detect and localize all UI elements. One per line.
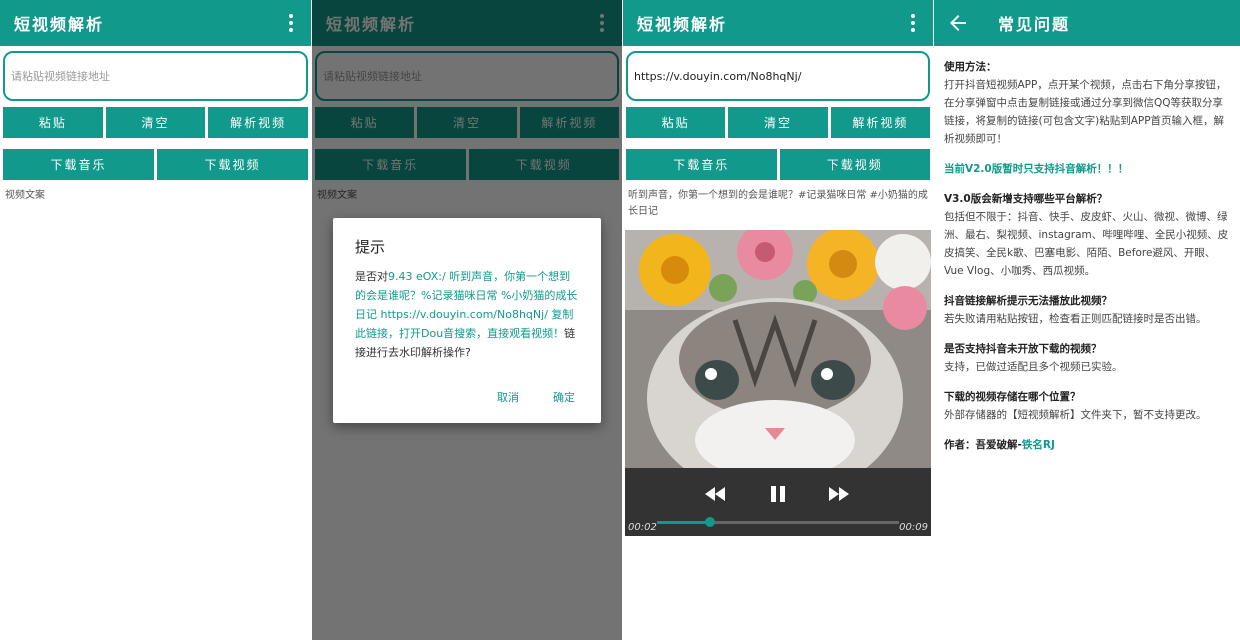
main-screen: 短视频解析 请粘贴视频链接地址 粘贴 清空 解析视频 下载音乐 下载视频 视频文…: [0, 0, 311, 640]
seek-thumb[interactable]: [705, 517, 716, 527]
fast-forward-icon[interactable]: [827, 484, 851, 504]
dialog-message: 是否对9.43 eOX:/ 听到声音，你第一个想到的会是谁呢？%记录猫咪日常 %…: [355, 267, 579, 362]
more-vert-icon[interactable]: [279, 11, 303, 35]
download-music-button[interactable]: 下载音乐: [3, 149, 154, 180]
clear-button[interactable]: 清空: [728, 107, 828, 138]
dialog-screen: 短视频解析 请粘贴视频链接地址 粘贴 清空 解析视频 下载音乐 下载视频 视频文…: [312, 0, 622, 640]
paste-button[interactable]: 粘贴: [626, 107, 726, 138]
cat-video-frame: [625, 230, 931, 468]
seek-bar[interactable]: [657, 517, 899, 527]
url-input[interactable]: https://v.douyin.com/No8hqNj/: [626, 51, 930, 101]
caption-text: 视频文案: [5, 190, 45, 201]
usage-body: 打开抖音短视频APP，点开某个视频，点击右下角分享按钮，在分享弹窗中点击复制链接…: [944, 79, 1227, 145]
time-total: 00:09: [899, 522, 928, 533]
app-bar: 短视频解析: [623, 0, 933, 46]
app-bar: 常见问题: [934, 0, 1240, 46]
faq-answer-1: 包括但不限于：抖音、快手、皮皮虾、火山、微视、微博、绿洲、最右、梨视频、inst…: [944, 211, 1229, 277]
rewind-icon[interactable]: [703, 484, 727, 504]
app-bar: 短视频解析: [0, 0, 311, 46]
author-name: 铁名RJ: [1021, 439, 1055, 451]
url-input[interactable]: 请粘贴视频链接地址: [3, 51, 308, 101]
download-music-button[interactable]: 下载音乐: [626, 149, 777, 180]
faq-title: 常见问题: [998, 15, 1071, 34]
dialog-title: 提示: [355, 238, 386, 256]
confirm-button[interactable]: 确定: [553, 389, 575, 405]
faq-content: 使用方法： 打开抖音短视频APP，点开某个视频，点击右下角分享按钮，在分享弹窗中…: [944, 58, 1232, 466]
caption-text: 听到声音，你第一个想到的会是谁呢？#记录猫咪日常 #小奶猫的成长日记: [628, 190, 928, 217]
time-current: 00:02: [628, 522, 657, 533]
back-arrow-icon[interactable]: [946, 11, 970, 35]
clear-button[interactable]: 清空: [105, 107, 206, 138]
result-screen: 短视频解析 https://v.douyin.com/No8hqNj/ 粘贴 清…: [623, 0, 933, 640]
usage-heading: 使用方法：: [944, 61, 997, 73]
cancel-button[interactable]: 取消: [497, 389, 519, 405]
faq-question-1: V3.0版会新增支持哪些平台解析？: [944, 193, 1108, 205]
parse-button[interactable]: 解析视频: [208, 107, 309, 138]
pause-icon[interactable]: [766, 484, 790, 504]
faq-answer-3: 支持，已做过适配且多个视频已实验。: [944, 361, 1123, 373]
faq-screen: 常见问题 使用方法： 打开抖音短视频APP，点开某个视频，点击右下角分享按钮，在…: [934, 0, 1240, 640]
download-video-button[interactable]: 下载视频: [157, 149, 308, 180]
faq-question-2: 抖音链接解析提示无法播放此视频？: [944, 295, 1112, 307]
dialog-msg-link: 9.43 eOX:/ 听到声音，你第一个想到的会是谁呢？%记录猫咪日常 %小奶猫…: [355, 270, 578, 340]
parse-button[interactable]: 解析视频: [830, 107, 930, 138]
download-video-button[interactable]: 下载视频: [779, 149, 930, 180]
app-title: 短视频解析: [637, 15, 728, 34]
faq-answer-2: 若失败请用粘贴按钮，检查看正则匹配链接时是否出错。: [944, 313, 1207, 325]
faq-question-3: 是否支持抖音未开放下载的视频？: [944, 343, 1102, 355]
faq-answer-4: 外部存储器的【短视频解析】文件夹下，暂不支持更改。: [944, 409, 1207, 421]
seek-progress: [657, 521, 711, 524]
dialog-msg-prefix: 是否对: [355, 270, 388, 283]
author-label: 作者：吾爱破解-: [944, 439, 1022, 451]
faq-question-4: 下载的视频存储在哪个位置？: [944, 391, 1081, 403]
paste-button[interactable]: 粘贴: [3, 107, 103, 138]
version-notice: 当前V2.0版暂时只支持抖音解析！！！: [944, 163, 1129, 175]
app-title: 短视频解析: [14, 15, 105, 34]
video-player[interactable]: 00:02 00:09: [625, 230, 931, 536]
confirm-dialog: 提示 是否对9.43 eOX:/ 听到声音，你第一个想到的会是谁呢？%记录猫咪日…: [333, 218, 601, 423]
playback-controls: 00:02 00:09: [625, 468, 931, 536]
more-vert-icon[interactable]: [901, 11, 925, 35]
